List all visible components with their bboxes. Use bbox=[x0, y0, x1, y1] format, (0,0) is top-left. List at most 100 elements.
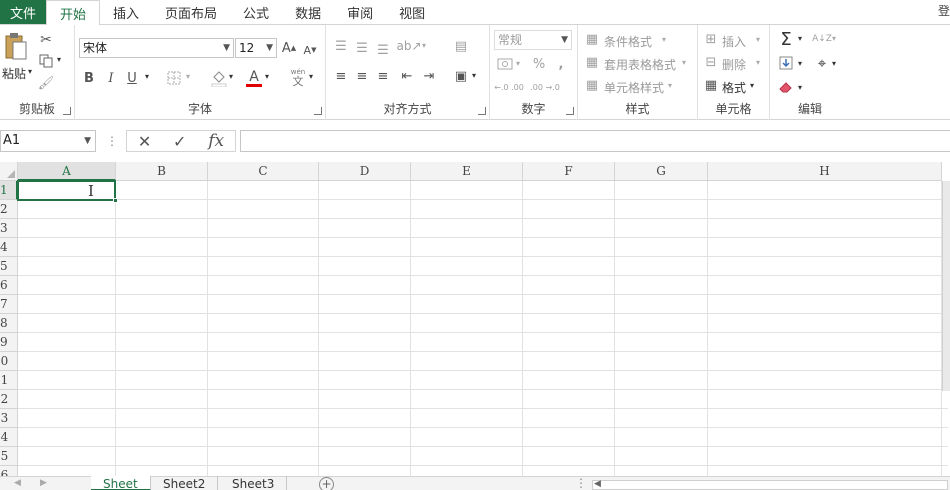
decrease-decimal-button[interactable]: .00 →.0 bbox=[530, 79, 560, 95]
tab-split-grip-icon[interactable]: ⋮ bbox=[575, 476, 587, 490]
conditional-format-icon[interactable]: ▦ bbox=[584, 31, 600, 47]
paste-dropdown-icon[interactable]: ▾ bbox=[28, 67, 32, 76]
row-header-4[interactable]: 4 bbox=[0, 238, 18, 257]
copy-dropdown-icon[interactable]: ▾ bbox=[57, 55, 61, 64]
formula-input[interactable] bbox=[240, 130, 950, 152]
autosum-dropdown-icon[interactable]: ▾ bbox=[798, 34, 802, 43]
format-cells-icon[interactable]: ▦ bbox=[703, 77, 719, 93]
formula-bar-grip-icon[interactable]: ⋮ bbox=[106, 134, 118, 148]
cell-styles-dropdown-icon[interactable]: ▾ bbox=[668, 81, 672, 90]
select-all-button[interactable] bbox=[0, 162, 18, 181]
currency-dropdown-icon[interactable]: ▾ bbox=[516, 59, 520, 68]
alignment-launcher-icon[interactable] bbox=[478, 107, 486, 115]
sort-filter-icon[interactable]: A↓Z bbox=[812, 28, 832, 50]
insert-cells-button[interactable]: 插入 bbox=[722, 33, 746, 50]
prev-sheet-icon[interactable]: ◀ bbox=[14, 478, 21, 488]
column-header-f[interactable]: F bbox=[523, 162, 615, 181]
align-left-icon[interactable]: ≡ bbox=[332, 67, 350, 85]
find-dropdown-icon[interactable]: ▾ bbox=[832, 59, 836, 68]
underline-button[interactable]: U bbox=[123, 68, 141, 88]
fill-color-dropdown-icon[interactable]: ▾ bbox=[229, 72, 233, 81]
wrap-text-icon[interactable]: ▤ bbox=[452, 37, 470, 55]
enter-icon[interactable]: ✓ bbox=[173, 132, 186, 151]
clear-dropdown-icon[interactable]: ▾ bbox=[798, 83, 802, 92]
tab-file[interactable]: 文件 bbox=[0, 0, 46, 24]
delete-dropdown-icon[interactable]: ▾ bbox=[756, 58, 760, 67]
sign-in-link[interactable]: 登 bbox=[938, 2, 950, 19]
format-table-dropdown-icon[interactable]: ▾ bbox=[682, 58, 686, 67]
increase-indent-icon[interactable]: ⇥ bbox=[420, 67, 438, 85]
row-header-8[interactable]: 8 bbox=[0, 314, 18, 333]
cell-styles-button[interactable]: 单元格样式 bbox=[604, 79, 664, 96]
format-painter-icon[interactable]: 🖌 bbox=[37, 75, 55, 91]
align-right-icon[interactable]: ≡ bbox=[374, 67, 392, 85]
sort-dropdown-icon[interactable]: ▾ bbox=[832, 34, 836, 43]
font-launcher-icon[interactable] bbox=[314, 107, 322, 115]
tab-data[interactable]: 数据 bbox=[282, 0, 334, 24]
borders-icon[interactable] bbox=[165, 68, 183, 88]
name-box[interactable]: A1 ▼ bbox=[0, 130, 96, 152]
font-color-dropdown-icon[interactable]: ▾ bbox=[265, 72, 269, 81]
format-table-icon[interactable]: ▦ bbox=[584, 54, 600, 70]
delete-cells-icon[interactable]: ⊟ bbox=[703, 54, 719, 70]
vertical-scrollbar[interactable] bbox=[942, 181, 950, 391]
sheet-tab-sheet3[interactable]: Sheet3 bbox=[220, 476, 288, 490]
grow-font-button[interactable]: A ▲ bbox=[280, 38, 298, 58]
paste-icon[interactable] bbox=[2, 31, 30, 63]
increase-decimal-button[interactable]: ←.0 .00 bbox=[494, 79, 524, 95]
orientation-icon[interactable]: ab↗ bbox=[396, 37, 421, 55]
conditional-format-button[interactable]: 条件格式 bbox=[604, 33, 652, 50]
bottom-align-icon[interactable]: ☰ bbox=[374, 41, 392, 59]
align-center-icon[interactable]: ≡ bbox=[353, 67, 371, 85]
italic-button[interactable]: I bbox=[102, 68, 120, 88]
insert-function-icon[interactable]: fx bbox=[208, 131, 224, 151]
tab-home[interactable]: 开始 bbox=[46, 0, 101, 25]
cell-styles-icon[interactable]: ▦ bbox=[584, 77, 600, 93]
insert-dropdown-icon[interactable]: ▾ bbox=[756, 35, 760, 44]
row-header-6[interactable]: 6 bbox=[0, 276, 18, 295]
tab-review[interactable]: 审阅 bbox=[334, 0, 386, 24]
tab-formulas[interactable]: 公式 bbox=[230, 0, 282, 24]
worksheet-grid[interactable]: A B C D E F G H 1 2 3 4 5 6 7 8 9 10 11 … bbox=[0, 162, 950, 476]
shrink-font-button[interactable]: A ▼ bbox=[301, 40, 319, 60]
row-header-15[interactable]: 15 bbox=[0, 447, 18, 466]
row-header-3[interactable]: 3 bbox=[0, 219, 18, 238]
row-header-2[interactable]: 2 bbox=[0, 200, 18, 219]
row-header-10[interactable]: 10 bbox=[0, 352, 18, 371]
column-header-d[interactable]: D bbox=[319, 162, 411, 181]
tab-page-layout[interactable]: 页面布局 bbox=[152, 0, 230, 24]
font-color-button[interactable]: A bbox=[245, 67, 263, 89]
font-size-combo[interactable]: 12 ▼ bbox=[235, 38, 277, 58]
fill-icon[interactable] bbox=[776, 53, 796, 73]
row-header-11[interactable]: 11 bbox=[0, 371, 18, 390]
delete-cells-button[interactable]: 删除 bbox=[722, 56, 746, 73]
autosum-icon[interactable]: Σ bbox=[776, 28, 796, 50]
decrease-indent-icon[interactable]: ⇤ bbox=[398, 67, 416, 85]
row-header-1[interactable]: 1 bbox=[0, 181, 18, 200]
top-align-icon[interactable]: ☰ bbox=[332, 37, 350, 55]
borders-dropdown-icon[interactable]: ▾ bbox=[186, 72, 190, 81]
phonetic-dropdown-icon[interactable]: ▾ bbox=[309, 72, 313, 81]
comma-button[interactable]: , bbox=[552, 55, 570, 73]
phonetic-button[interactable]: wén 文 bbox=[287, 67, 309, 89]
cancel-icon[interactable]: ✕ bbox=[138, 132, 151, 151]
format-as-table-button[interactable]: 套用表格格式 bbox=[604, 56, 676, 73]
format-dropdown-icon[interactable]: ▾ bbox=[750, 81, 754, 90]
column-header-c[interactable]: C bbox=[208, 162, 319, 181]
row-header-9[interactable]: 9 bbox=[0, 333, 18, 352]
underline-dropdown-icon[interactable]: ▾ bbox=[145, 72, 149, 81]
scroll-left-icon[interactable]: ◀ bbox=[594, 479, 601, 489]
add-sheet-button[interactable]: + bbox=[319, 477, 334, 490]
insert-cells-icon[interactable]: ⊞ bbox=[703, 31, 719, 47]
orientation-dropdown-icon[interactable]: ▾ bbox=[422, 41, 426, 50]
clear-icon[interactable] bbox=[776, 77, 796, 97]
sheet-tab-sheet[interactable]: Sheet bbox=[91, 476, 151, 490]
horizontal-scrollbar[interactable]: ◀ bbox=[592, 479, 948, 490]
fill-handle[interactable] bbox=[113, 198, 118, 203]
row-header-13[interactable]: 13 bbox=[0, 409, 18, 428]
sheet-tab-sheet2[interactable]: Sheet2 bbox=[151, 476, 219, 490]
merge-center-icon[interactable]: ▣ bbox=[452, 67, 470, 85]
column-header-b[interactable]: B bbox=[116, 162, 208, 181]
copy-icon[interactable] bbox=[37, 53, 55, 69]
fill-color-icon[interactable] bbox=[210, 67, 228, 89]
